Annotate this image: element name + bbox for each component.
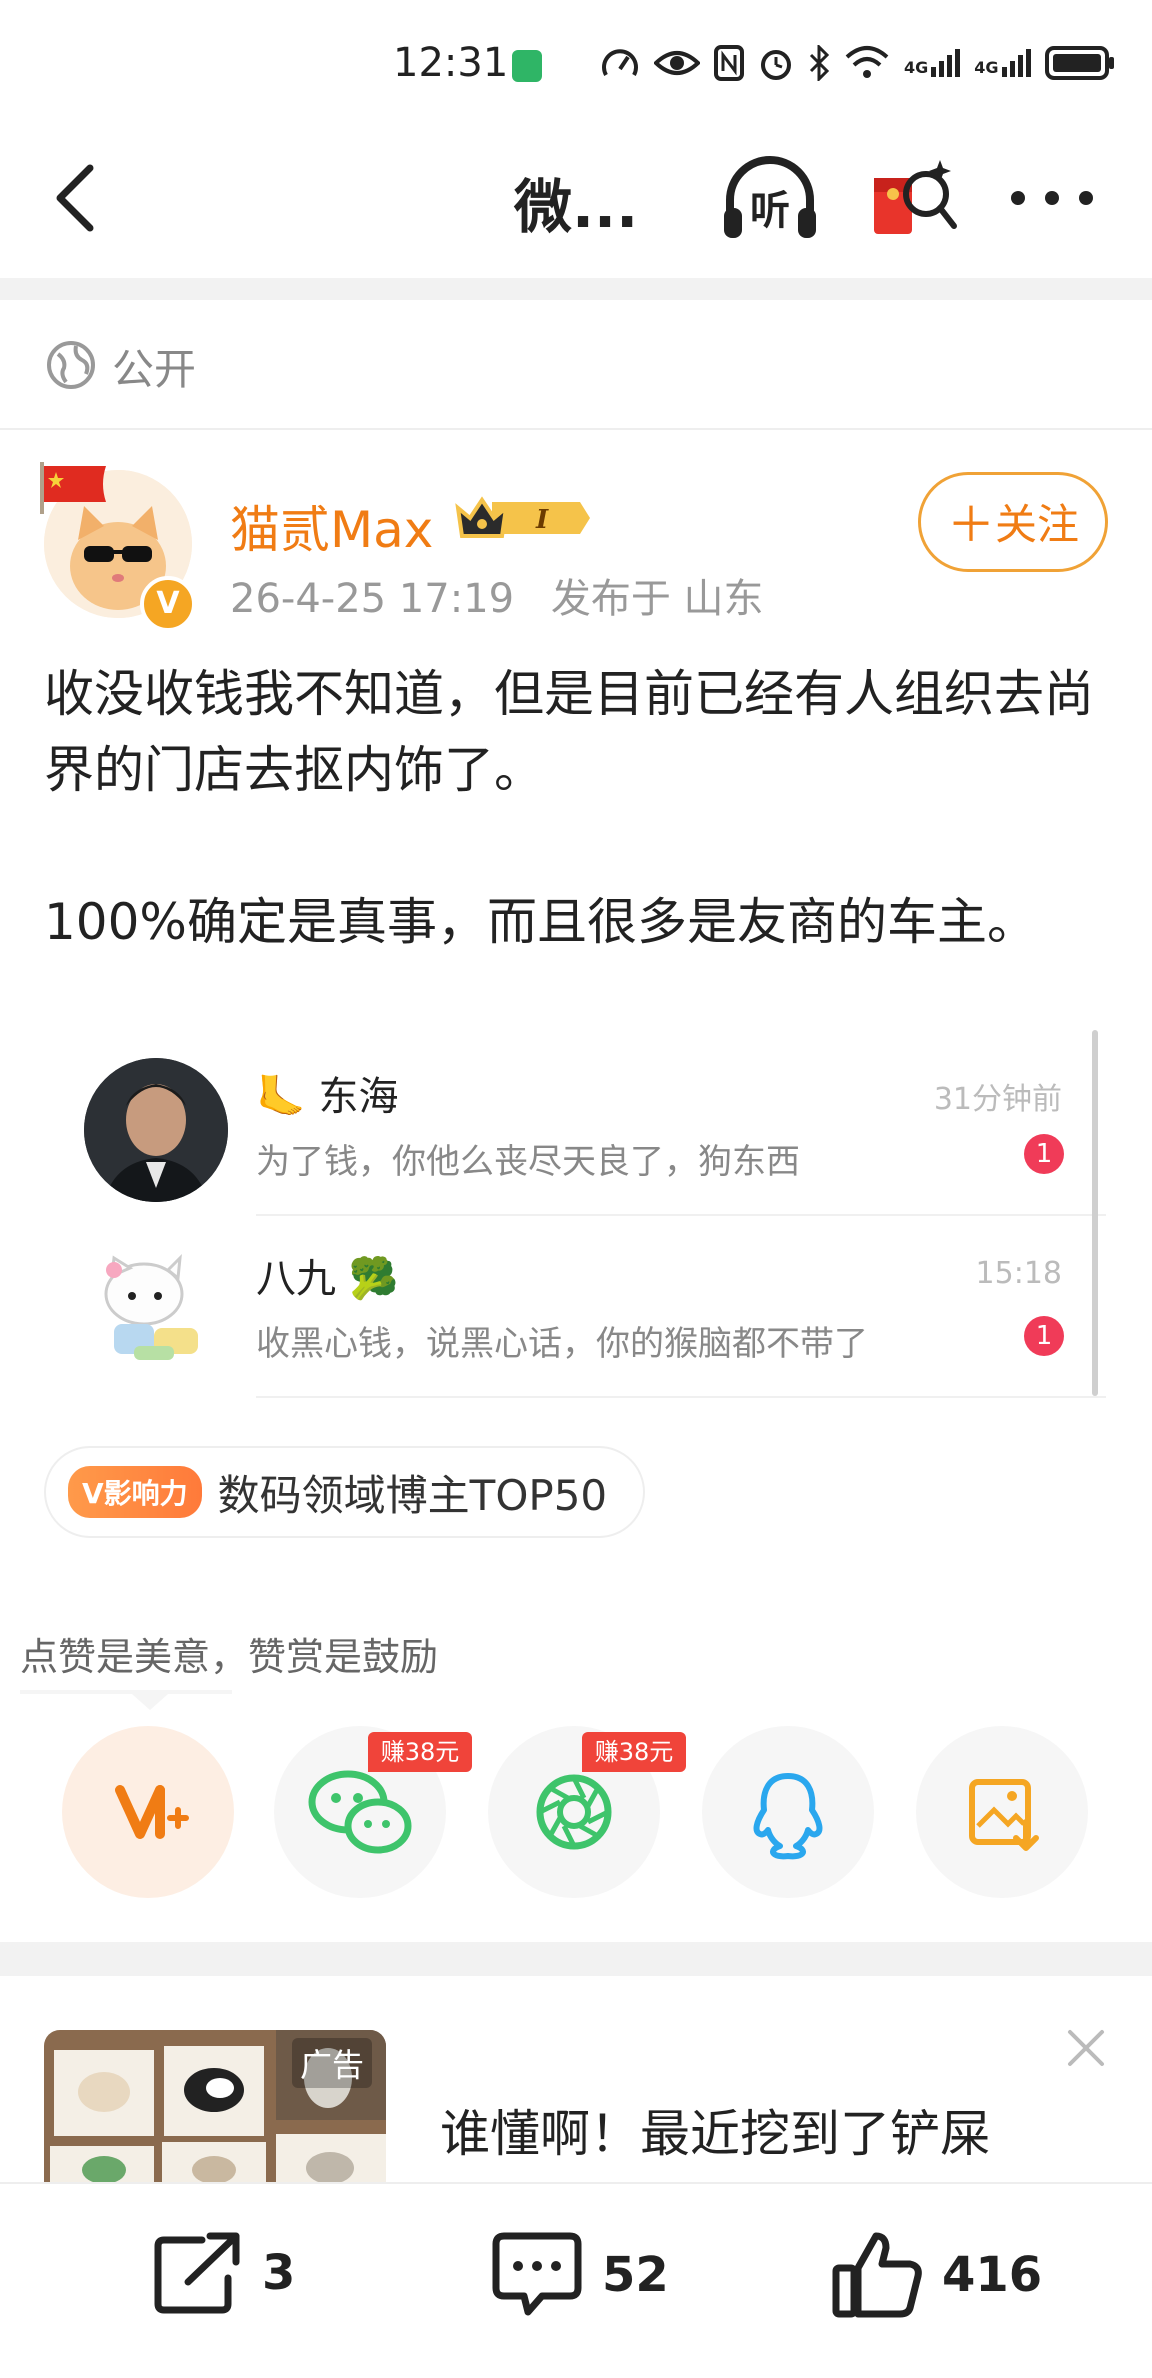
- signal-icon: 4G: [904, 49, 961, 77]
- hint-caret: [132, 1694, 168, 1710]
- divider: [256, 1396, 1106, 1398]
- globe-icon: [47, 341, 95, 389]
- post-location: 发布于 山东: [550, 576, 764, 622]
- chat-time: 15:18: [975, 1256, 1062, 1291]
- man-portrait-image: [84, 1058, 228, 1202]
- bluetooth-icon: [809, 45, 830, 81]
- chat-list-item: 🦶 东海 31分钟前 为了钱，你他么丧尽天良了，狗东西 1: [40, 1034, 1106, 1216]
- foot-icon: 🦶: [256, 1074, 306, 1120]
- reward-tag: 赚38元: [368, 1732, 472, 1772]
- alarm-icon: [761, 50, 791, 80]
- v-plus-icon: [115, 1785, 189, 1839]
- thumbs-up-icon: [832, 2232, 922, 2318]
- reward-button[interactable]: [62, 1726, 234, 1898]
- like-count: 416: [942, 2247, 1043, 2303]
- comment-button[interactable]: 52: [490, 2230, 669, 2320]
- chat-avatar: [84, 1058, 228, 1202]
- share-icon: [154, 2232, 240, 2314]
- chat-time: 31分钟前: [933, 1082, 1062, 1117]
- share-qq-button[interactable]: [702, 1726, 874, 1898]
- crown-icon: I: [455, 496, 590, 538]
- more-icon[interactable]: [1010, 190, 1094, 206]
- post-time: 26-4-25 17:19: [230, 576, 515, 622]
- unread-badge: 1: [1024, 1134, 1064, 1174]
- wifi-icon: [845, 46, 889, 78]
- hello-kitty-image: [84, 1236, 228, 1380]
- chat-screenshot: 🦶 东海 31分钟前 为了钱，你他么丧尽天良了，狗东西 1 八九 🥦 15:18…: [40, 1034, 1106, 1404]
- chat-message: 为了钱，你他么丧尽天良了，狗东西: [256, 1142, 800, 1182]
- status-icons: 4G 4G: [600, 45, 1115, 81]
- chat-name-text: 八九: [256, 1256, 336, 1302]
- influence-badge: V影响力: [68, 1466, 202, 1518]
- nfc-icon: [714, 45, 744, 81]
- network-type-2: 4G: [974, 58, 999, 77]
- eye-icon: [654, 51, 700, 75]
- speedometer-icon: [602, 49, 638, 76]
- network-type: 4G: [904, 58, 929, 77]
- section-divider: [0, 1942, 1152, 1976]
- china-flag-icon: [40, 462, 106, 514]
- member-crown-badge: I: [452, 488, 592, 548]
- visibility-label: 公开: [112, 345, 197, 394]
- back-arrow-icon[interactable]: [48, 158, 108, 238]
- post-content: 收没收钱我不知道，但是目前已经有人组织去尚界的门店去抠内饰了。 100%确定是真…: [44, 665, 1094, 951]
- signal-icon-2: 4G: [974, 49, 1031, 77]
- battery-icon: [1044, 46, 1114, 80]
- chat-list-item: 八九 🥦 15:18 收黑心钱，说黑心话，你的猴脑都不带了 1: [40, 1216, 1106, 1398]
- broccoli-icon: 🥦: [348, 1256, 399, 1302]
- chat-contact-name: 🦶 东海: [256, 1064, 399, 1122]
- chat-scrollbar: [1092, 1030, 1098, 1396]
- ad-label: 广告: [292, 2038, 373, 2088]
- page-title: 微...: [514, 173, 639, 241]
- hint-underline: [20, 1690, 232, 1694]
- unread-badge: 1: [1024, 1316, 1064, 1356]
- listen-button[interactable]: 听: [720, 154, 820, 244]
- influence-tag[interactable]: V影响力 数码领域博主TOP50: [44, 1446, 646, 1538]
- section-divider: [0, 278, 1152, 300]
- verified-badge: V: [140, 576, 196, 632]
- chat-message: 收黑心钱，说黑心话，你的猴脑都不带了: [256, 1324, 868, 1364]
- hourglass-icon: [512, 50, 542, 82]
- save-image-button[interactable]: [916, 1726, 1088, 1898]
- save-image-icon: [969, 1779, 1039, 1851]
- author-name[interactable]: 猫贰Max: [230, 490, 433, 562]
- repost-button[interactable]: 3: [152, 2230, 295, 2316]
- chat-name-text: 东海: [318, 1074, 399, 1120]
- follow-label: 关注: [995, 500, 1080, 549]
- reward-hint: 点赞是美意，赞赏是鼓励: [20, 1635, 439, 1679]
- status-time: 12:31: [393, 40, 509, 86]
- comment-count: 52: [602, 2247, 669, 2303]
- reward-tag: 赚38元: [582, 1732, 686, 1772]
- repost-count: 3: [262, 2245, 296, 2301]
- ad-title[interactable]: 谁懂啊！最近挖到了铲屎: [440, 2094, 990, 2166]
- close-icon[interactable]: [1064, 2026, 1108, 2070]
- post-meta: 26-4-25 17:19 发布于 山东: [230, 566, 764, 624]
- chat-avatar: [84, 1236, 228, 1380]
- like-button[interactable]: 416: [830, 2230, 1042, 2320]
- member-level: I: [535, 505, 549, 535]
- plus-icon: ＋: [946, 497, 995, 553]
- qq-icon: [753, 1773, 823, 1860]
- red-packet-search-icon[interactable]: [870, 154, 960, 244]
- listen-label: 听: [750, 188, 790, 234]
- influence-text: 数码领域博主TOP50: [217, 1470, 608, 1520]
- comment-icon: [492, 2232, 582, 2316]
- follow-button[interactable]: ＋关注: [918, 472, 1108, 572]
- chat-contact-name: 八九 🥦: [256, 1246, 399, 1304]
